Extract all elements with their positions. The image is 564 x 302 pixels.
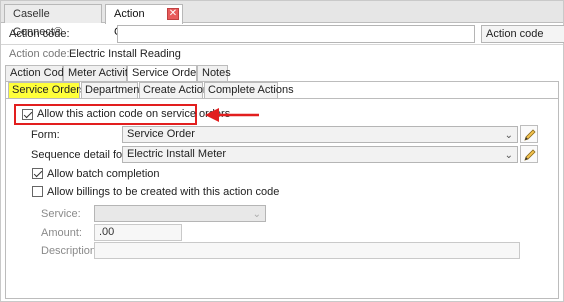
annotation-arrow-icon: [205, 108, 259, 122]
subtab-divider: [6, 98, 558, 99]
tab-label: Action Code: [10, 67, 70, 79]
tab-action-code[interactable]: Action Code: [5, 65, 70, 81]
subtab-create-actions[interactable]: Create Actions: [139, 82, 215, 98]
action-code-input[interactable]: [117, 25, 475, 43]
doc-tab-action-codes[interactable]: Action Codes ✕: [105, 4, 183, 38]
sequence-detail-form-value: Electric Install Meter: [127, 148, 227, 160]
chevron-down-icon: ⌄: [504, 130, 513, 141]
subtab-complete-actions[interactable]: Complete Actions: [204, 82, 294, 98]
action-code-lookup-dropdown[interactable]: Action code: [481, 25, 564, 43]
action-code-desc-label: Action code:: [9, 48, 70, 60]
tab-notes[interactable]: Notes: [197, 65, 231, 81]
divider: [1, 44, 563, 45]
doc-tab-caselle-connect[interactable]: Caselle Connect®: [4, 4, 102, 38]
subtab-label: Service Orders: [12, 84, 86, 96]
subtab-departments[interactable]: Departments: [81, 82, 148, 98]
tab-service-orders[interactable]: Service Orders: [127, 65, 205, 82]
service-select[interactable]: ⌄: [94, 205, 266, 222]
chevron-down-icon: ⌄: [504, 150, 513, 161]
tab-label: Service Orders: [132, 67, 206, 79]
allow-service-orders-label: Allow this action code on service orders: [37, 108, 231, 120]
amount-input[interactable]: .00: [94, 224, 182, 241]
edit-form-button[interactable]: [520, 125, 538, 143]
edit-sequence-form-button[interactable]: [520, 145, 538, 163]
form-select[interactable]: Service Order ⌄: [122, 126, 518, 143]
action-code-desc-value: Electric Install Reading: [69, 48, 181, 60]
allow-service-orders-checkbox[interactable]: [22, 109, 33, 120]
pencil-icon: [524, 129, 536, 141]
chevron-down-icon: ⌄: [252, 209, 261, 220]
action-code-label: Action code:: [9, 28, 70, 40]
pencil-icon: [524, 149, 536, 161]
allow-billings-checkbox[interactable]: [32, 186, 43, 197]
tab-label: Meter Activity: [68, 67, 134, 79]
service-label: Service:: [41, 208, 81, 220]
tab-label: Notes: [202, 67, 231, 79]
subtab-service-orders[interactable]: Service Orders: [8, 82, 85, 98]
sequence-detail-form-select[interactable]: Electric Install Meter ⌄: [122, 146, 518, 163]
batch-completion-label: Allow batch completion: [47, 168, 160, 180]
tab-meter-activity[interactable]: Meter Activity: [63, 65, 133, 81]
document-tab-bar: Caselle Connect® Action Codes ✕: [1, 1, 563, 38]
close-icon[interactable]: ✕: [167, 8, 179, 20]
action-code-dropdown-label: Action code: [486, 28, 544, 40]
description-label: Description:: [41, 245, 100, 257]
description-input[interactable]: [94, 242, 520, 259]
allow-billings-label: Allow billings to be created with this a…: [47, 186, 280, 198]
subtab-label: Complete Actions: [208, 84, 294, 96]
action-codes-window: Caselle Connect® Action Codes ✕ Action c…: [0, 0, 564, 302]
amount-label: Amount:: [41, 227, 82, 239]
batch-completion-checkbox[interactable]: [32, 168, 43, 179]
form-select-value: Service Order: [127, 128, 195, 140]
form-label: Form:: [31, 129, 60, 141]
